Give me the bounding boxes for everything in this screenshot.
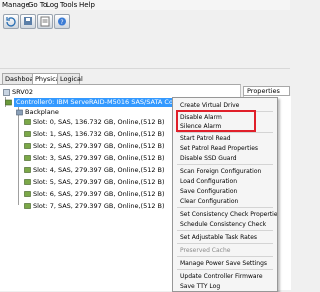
- tab-properties[interactable]: Properties: [243, 86, 290, 96]
- controller-icon: [5, 99, 12, 106]
- menu-item-start-patrol-read[interactable]: Start Patrol Read: [180, 134, 231, 143]
- menu-separator: [177, 132, 273, 133]
- menu-help[interactable]: Help: [79, 0, 95, 10]
- menu-separator: [177, 207, 273, 208]
- tab-logical[interactable]: Logical: [57, 73, 83, 84]
- menu-tools[interactable]: Tools: [60, 0, 77, 10]
- slot-label: Slot: 7, SAS, 279.397 GB, Online,(512 B): [33, 202, 165, 210]
- toolbar: ?: [0, 10, 290, 69]
- help-icon[interactable]: ?: [54, 14, 70, 29]
- save-icon[interactable]: [20, 14, 36, 29]
- disk-icon: [24, 155, 31, 161]
- svg-text:?: ?: [60, 19, 63, 26]
- tree-connector: [18, 107, 19, 205]
- menu-item-preserved-cache: Preserved Cache: [180, 247, 231, 254]
- disk-icon: [24, 143, 31, 149]
- menu-separator: [177, 269, 273, 270]
- refresh-icon[interactable]: [3, 14, 19, 29]
- menu-item-scan-foreign-configuration[interactable]: Scan Foreign Configuration: [180, 167, 261, 176]
- menu-item-disable-ssd-guard[interactable]: Disable SSD Guard: [180, 154, 237, 163]
- menu-item-manage-power-save-settings[interactable]: Manage Power Save Settings: [180, 259, 267, 268]
- backplane-label: Backplane: [25, 108, 59, 116]
- menu-log[interactable]: Log: [46, 0, 59, 10]
- slot-label: Slot: 0, SAS, 136.732 GB, Online,(512 B): [33, 118, 165, 126]
- tab-dashboard[interactable]: Dashboard: [2, 73, 40, 84]
- menu-separator: [177, 256, 273, 257]
- menu-bar: Manage Go To Log Tools Help: [0, 0, 290, 10]
- disk-icon: [24, 131, 31, 137]
- menu-item-clear-configuration[interactable]: Clear Configuration: [180, 197, 238, 206]
- menu-item-set-consistency-check-properties[interactable]: Set Consistency Check Properties: [180, 210, 277, 219]
- menu-item-update-controller-firmware[interactable]: Update Controller Firmware: [180, 272, 263, 281]
- slot-label: Slot: 4, SAS, 279.397 GB, Online,(512 B): [33, 166, 165, 174]
- menu-item-save-configuration[interactable]: Save Configuration: [180, 187, 237, 196]
- disk-icon: [24, 203, 31, 209]
- view-tabs: Dashboard Physical Logical: [0, 73, 290, 85]
- menu-item-load-configuration[interactable]: Load Configuration: [180, 177, 237, 186]
- disk-icon: [24, 167, 31, 173]
- menu-separator: [177, 230, 273, 231]
- disk-icon: [24, 191, 31, 197]
- properties-icon[interactable]: [37, 14, 53, 29]
- menu-manage[interactable]: Manage: [2, 0, 30, 10]
- slot-label: Slot: 2, SAS, 279.397 GB, Online,(512 B): [33, 142, 165, 150]
- slot-label: Slot: 6, SAS, 279.397 GB, Online,(512 B): [33, 190, 165, 198]
- menu-go-to[interactable]: Go To: [28, 0, 47, 10]
- server-label: SRV02: [12, 88, 34, 96]
- menu-separator: [177, 243, 273, 244]
- menu-item-create-virtual-drive[interactable]: Create Virtual Drive: [180, 101, 239, 110]
- slot-label: Slot: 3, SAS, 279.397 GB, Online,(512 B): [33, 154, 165, 162]
- alarm-highlight-box: [176, 110, 256, 132]
- slot-label: Slot: 5, SAS, 279.397 GB, Online,(512 B): [33, 178, 165, 186]
- disk-icon: [24, 119, 31, 125]
- menu-item-set-adjustable-task-rates[interactable]: Set Adjustable Task Rates: [180, 233, 257, 242]
- backplane-icon: [16, 109, 23, 116]
- slot-label: Slot: 1, SAS, 136.732 GB, Online,(512 B): [33, 130, 165, 138]
- disk-icon: [24, 179, 31, 185]
- context-menu: Create Virtual Drive Disable Alarm Silen…: [172, 97, 278, 292]
- server-icon: [3, 89, 10, 96]
- menu-item-set-patrol-read-properties[interactable]: Set Patrol Read Properties: [180, 144, 258, 153]
- menu-item-schedule-consistency-check[interactable]: Schedule Consistency Check: [180, 220, 266, 229]
- menu-separator: [177, 164, 273, 165]
